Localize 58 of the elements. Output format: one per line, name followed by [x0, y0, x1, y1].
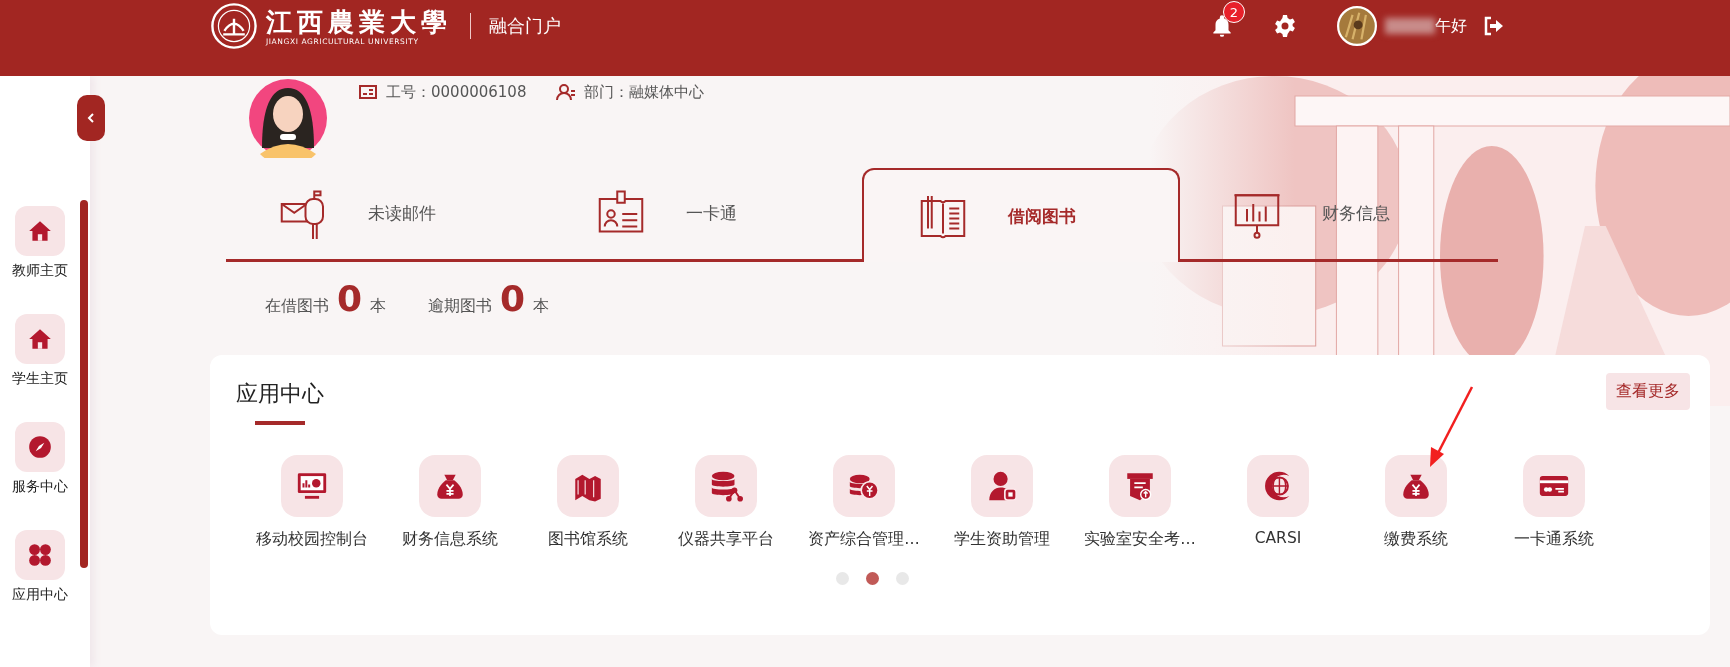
user-avatar[interactable]	[1337, 6, 1377, 46]
app-icon-tile[interactable]	[1523, 455, 1585, 517]
app-label[interactable]: 实验室安全考…	[1084, 529, 1196, 550]
department: 部门：融媒体中心	[584, 82, 705, 102]
greeting-text: 午好	[1435, 15, 1467, 37]
sidebar-label: 应用中心	[12, 586, 68, 604]
sidebar-label: 教师主页	[12, 262, 68, 280]
app-icon-tile[interactable]	[281, 455, 343, 517]
stat-label: 逾期图书	[428, 295, 493, 317]
stat-value: 0	[500, 277, 526, 319]
collapse-button[interactable]	[77, 95, 105, 141]
chevron-left-icon	[85, 112, 97, 124]
tab[interactable]: 未读邮件	[226, 168, 544, 262]
app-icon-tile[interactable]	[1247, 455, 1309, 517]
sidebar-item[interactable]: 学生主页	[12, 314, 68, 388]
sidebar-item[interactable]: 教师主页	[12, 206, 68, 280]
app-label[interactable]: 财务信息系统	[402, 529, 498, 550]
stat-label: 在借图书	[265, 295, 329, 317]
page-dot[interactable]	[865, 572, 879, 585]
tab[interactable]: 借阅图书	[862, 168, 1180, 262]
app-label[interactable]: 图书馆系统	[548, 529, 628, 550]
view-more-button[interactable]: 查看更多	[1606, 373, 1690, 410]
blurred-name	[1385, 18, 1435, 34]
notification-badge: 2	[1223, 1, 1245, 23]
section-title: 应用中心	[236, 380, 324, 408]
app-icon-tile[interactable]	[695, 455, 757, 517]
sidebar-item[interactable]: 服务中心	[12, 422, 68, 496]
app-icon-tile[interactable]	[833, 455, 895, 517]
portal-title: 融合门户	[489, 14, 561, 38]
database-icon	[709, 469, 743, 503]
emblem-icon	[210, 2, 258, 50]
app-icon-tile[interactable]	[971, 455, 1033, 517]
app-label[interactable]: CARSI	[1254, 529, 1302, 547]
app-label[interactable]: 缴费系统	[1384, 529, 1448, 550]
id-icon	[358, 82, 378, 102]
tab[interactable]: 财务信息	[1180, 168, 1498, 262]
grid-icon	[27, 542, 53, 568]
stat-unit: 本	[370, 295, 387, 317]
sidebar-label: 服务中心	[12, 478, 68, 496]
app-icon-tile[interactable]	[557, 455, 619, 517]
sidebar-item[interactable]: 应用中心	[12, 530, 68, 604]
staff-id: 工号：0000006108	[386, 82, 527, 102]
app-label[interactable]: 学生资助管理	[954, 529, 1050, 550]
sidebar-label: 学生主页	[12, 370, 68, 388]
stat-unit: 本	[533, 295, 550, 317]
settings-icon[interactable]	[1273, 14, 1297, 38]
app-label[interactable]: 仪器共享平台	[678, 529, 774, 550]
department-icon	[556, 82, 577, 102]
compass-icon	[27, 434, 53, 460]
university-name: 江西農業大學	[266, 6, 452, 37]
app-icon-tile[interactable]	[419, 455, 481, 517]
app-icon-tile[interactable]	[1109, 455, 1171, 517]
scrollbar-thumb[interactable]	[80, 200, 88, 568]
app-label[interactable]: 移动校园控制台	[256, 529, 368, 550]
app-icon-tile[interactable]	[1385, 455, 1447, 517]
app-label[interactable]: 一卡通系统	[1514, 529, 1594, 550]
app-label[interactable]: 资产综合管理…	[808, 529, 920, 550]
stat-value: 0	[337, 277, 363, 319]
